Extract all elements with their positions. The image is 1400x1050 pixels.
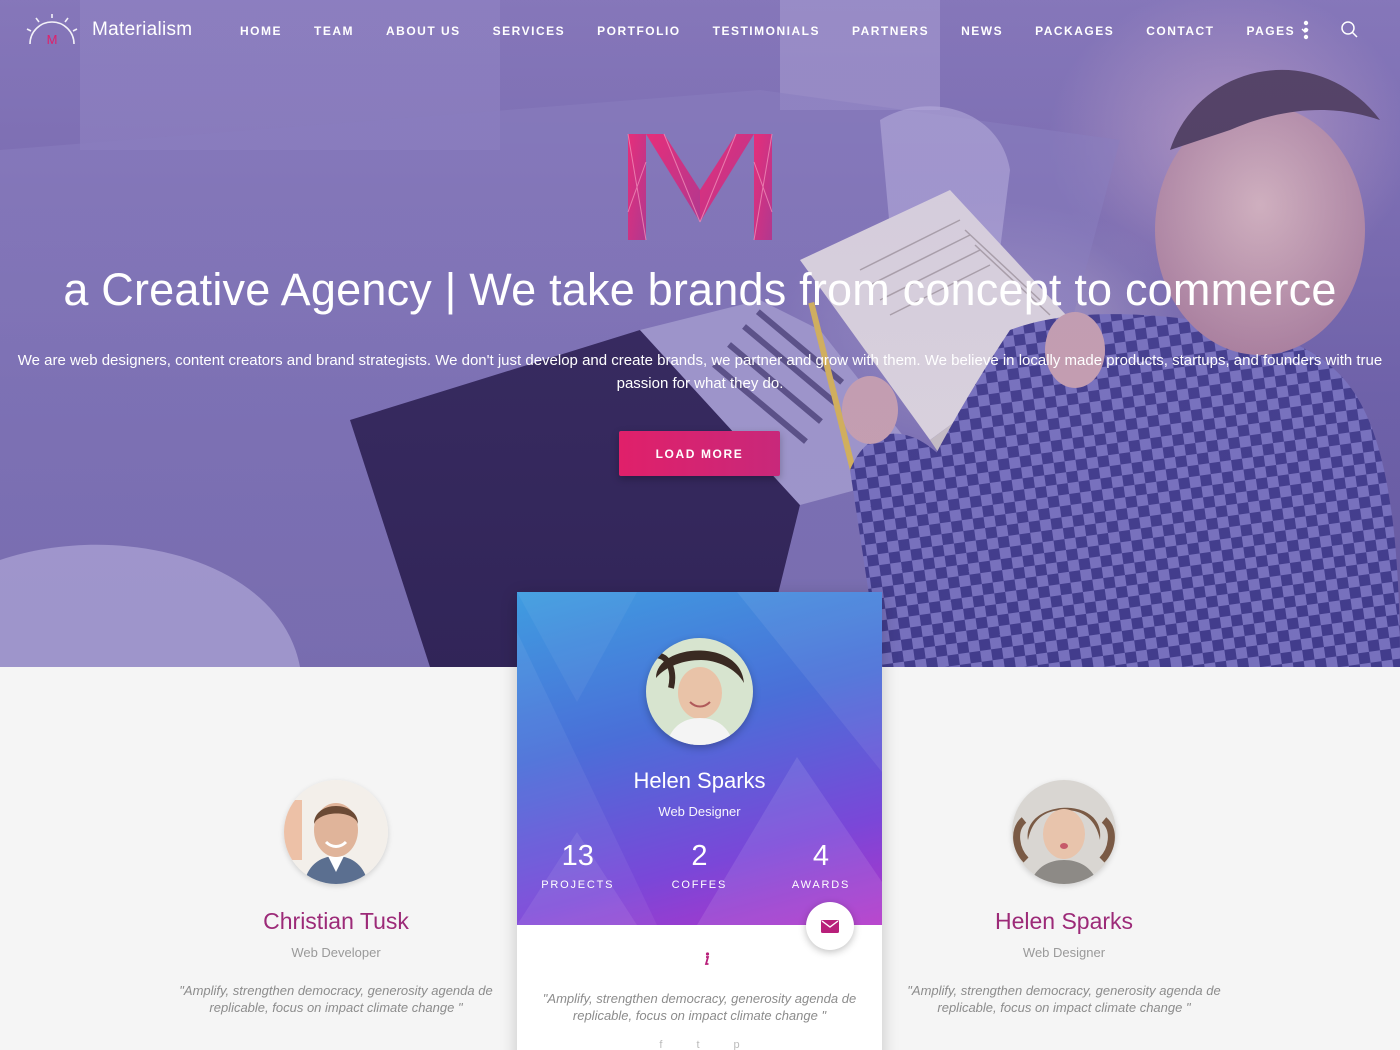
stat-coffes: 2 COFFES: [639, 840, 761, 891]
brand[interactable]: M Materialism: [26, 14, 192, 46]
member-name: Helen Sparks: [994, 908, 1134, 934]
nav-item-portfolio[interactable]: PORTFOLIO: [597, 24, 681, 38]
member-name: Christian Tusk: [263, 908, 409, 934]
info-icon: [704, 952, 710, 965]
stat-value: 13: [561, 840, 594, 872]
twitter-icon[interactable]: t: [696, 1039, 699, 1050]
hero-title: a Creative Agency | We take brands from …: [63, 264, 1337, 315]
stat-label: AWARDS: [791, 879, 851, 891]
team-member-card-left: Christian Tusk Web Developer "Amplify, s…: [146, 780, 526, 1016]
stat-projects: 13 PROJECTS: [517, 840, 639, 891]
stat-label: PROJECTS: [541, 879, 615, 891]
nav-item-packages[interactable]: PACKAGES: [1035, 24, 1114, 38]
featured-card-header: Helen Sparks Web Designer 13 PROJECTS 2 …: [517, 592, 882, 925]
member-role: Web Designer: [1022, 945, 1106, 960]
search-icon[interactable]: [1340, 20, 1360, 40]
nav-item-team[interactable]: TEAM: [314, 24, 354, 38]
brand-logo-letter: M: [47, 32, 58, 46]
nav-item-home[interactable]: HOME: [240, 24, 282, 38]
avatar: [1012, 780, 1116, 884]
stat-awards: 4 AWARDS: [760, 840, 882, 891]
member-stats: 13 PROJECTS 2 COFFES 4 AWARDS: [517, 840, 882, 891]
nav-item-news[interactable]: NEWS: [961, 24, 1003, 38]
nav-item-contact[interactable]: CONTACT: [1146, 24, 1214, 38]
brand-logo-icon: M: [26, 14, 78, 46]
navbar: M Materialism HOME TEAM ABOUT US SERVICE…: [0, 0, 1400, 62]
avatar: [646, 638, 753, 745]
featured-member-role: Web Designer: [658, 804, 741, 819]
hero-m-logo-icon: [627, 133, 773, 241]
stat-value: 4: [812, 840, 830, 872]
hero-section: M Materialism HOME TEAM ABOUT US SERVICE…: [0, 0, 1400, 667]
vertical-dots-icon[interactable]: [1298, 20, 1314, 40]
hero-subtitle: We are web designers, content creators a…: [17, 352, 1383, 392]
avatar: [284, 780, 388, 884]
featured-member-quote: "Amplify, strengthen democracy, generosi…: [542, 991, 857, 1023]
facebook-icon[interactable]: f: [659, 1039, 662, 1050]
featured-member-name: Helen Sparks: [633, 768, 766, 793]
load-more-button[interactable]: LOAD MORE: [619, 431, 780, 476]
nav-item-about-us[interactable]: ABOUT US: [386, 24, 461, 38]
nav-item-pages-label: PAGES: [1246, 24, 1296, 38]
email-button[interactable]: [806, 902, 854, 950]
hero-overlay: [0, 0, 1400, 667]
nav-item-services[interactable]: SERVICES: [493, 24, 565, 38]
nav-item-partners[interactable]: PARTNERS: [852, 24, 929, 38]
member-quote: "Amplify, strengthen democracy, generosi…: [907, 983, 1221, 1015]
pinterest-icon[interactable]: p: [734, 1039, 740, 1050]
nav-menu: HOME TEAM ABOUT US SERVICES PORTFOLIO TE…: [240, 0, 1309, 62]
member-role: Web Developer: [291, 945, 381, 960]
member-quote: "Amplify, strengthen democracy, generosi…: [179, 983, 493, 1015]
team-member-card-right: Helen Sparks Web Designer "Amplify, stre…: [874, 780, 1254, 1016]
stat-value: 2: [691, 840, 708, 872]
mail-icon: [821, 919, 839, 933]
brand-name: Materialism: [92, 19, 193, 40]
featured-team-member-card: Helen Sparks Web Designer 13 PROJECTS 2 …: [517, 592, 882, 1050]
nav-item-testimonials[interactable]: TESTIMONIALS: [713, 24, 820, 38]
social-links: f t p: [517, 1039, 882, 1050]
stat-label: COFFES: [671, 879, 728, 891]
